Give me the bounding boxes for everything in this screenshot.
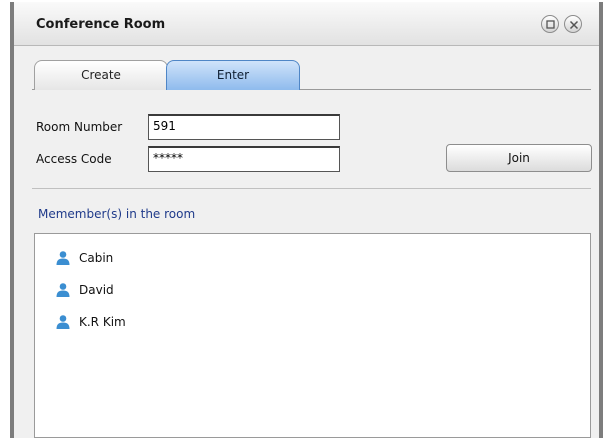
member-item-kr-kim[interactable]: K.R Kim [55, 312, 126, 332]
tab-create[interactable]: Create [34, 60, 168, 90]
user-icon [55, 314, 71, 330]
access-code-input[interactable]: ***** [148, 146, 340, 172]
members-label: Memember(s) in the room [38, 207, 196, 221]
close-icon[interactable] [564, 15, 582, 33]
member-name: Cabin [79, 251, 114, 265]
room-number-label: Room Number [36, 120, 123, 134]
tab-bar: Create Enter [32, 58, 591, 90]
user-icon [55, 282, 71, 298]
member-name: David [79, 283, 114, 297]
member-name: K.R Kim [79, 315, 126, 329]
divider [32, 188, 591, 189]
member-item-david[interactable]: David [55, 280, 114, 300]
conference-room-window: Conference Room Create Enter Room Number… [10, 2, 603, 438]
window-title: Conference Room [36, 17, 166, 32]
access-code-label: Access Code [36, 152, 112, 166]
restore-icon[interactable] [541, 15, 559, 33]
tab-enter[interactable]: Enter [166, 60, 300, 90]
join-button[interactable]: Join [446, 144, 592, 172]
title-bar[interactable]: Conference Room [14, 2, 599, 46]
member-item-cabin[interactable]: Cabin [55, 248, 113, 268]
members-list[interactable]: Cabin David K.R Kim [34, 233, 591, 438]
room-number-input[interactable]: 591 [148, 114, 340, 140]
user-icon [55, 250, 71, 266]
